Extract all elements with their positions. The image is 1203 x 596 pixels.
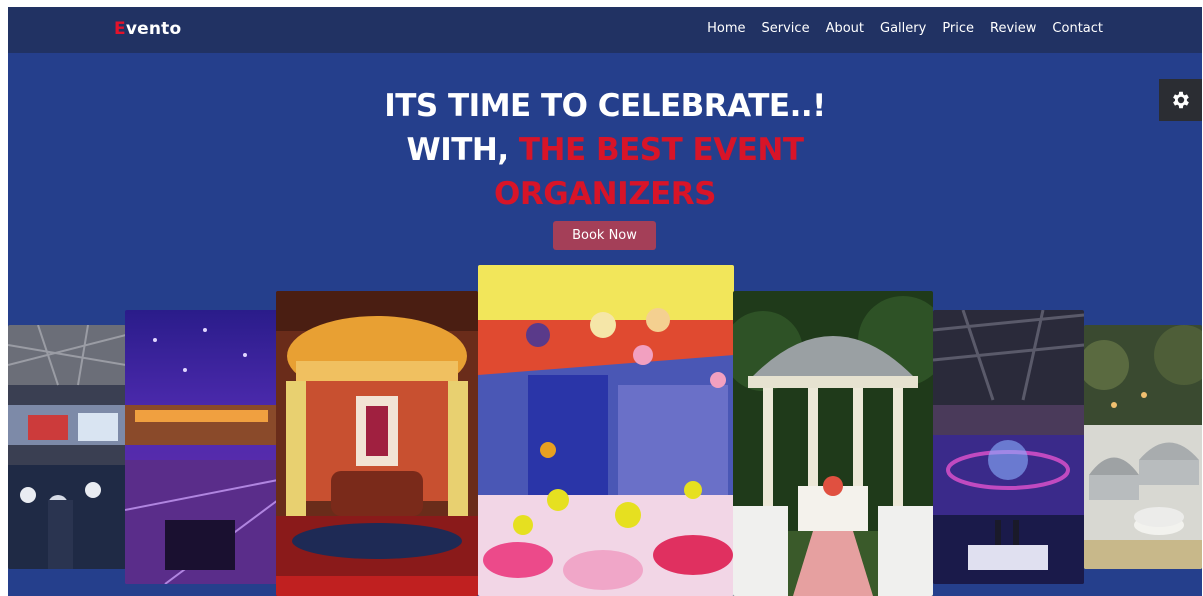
nav-gallery[interactable]: Gallery: [880, 21, 926, 36]
hero-headline: ITS TIME TO CELEBRATE..! WITH, THE BEST …: [8, 84, 1202, 216]
gallery-slide-purple-banquet[interactable]: [125, 310, 278, 584]
concert-stage-photo: [933, 310, 1084, 584]
gallery-slide-balloon-party[interactable]: [478, 265, 734, 596]
logo-initial: E: [114, 19, 126, 39]
gallery-slide-wedding-stage[interactable]: [276, 291, 478, 596]
gallery-slide-buffet-catering[interactable]: [1084, 325, 1202, 569]
main-nav: Home Service About Gallery Price Review …: [707, 21, 1103, 36]
nav-service[interactable]: Service: [762, 21, 810, 36]
gallery-slide-conference-hall[interactable]: [8, 325, 126, 569]
logo[interactable]: Evento: [114, 19, 181, 39]
wedding-stage-photo: [276, 291, 478, 596]
buffet-catering-photo: [1084, 325, 1202, 569]
balloon-party-photo: [478, 265, 734, 596]
navbar: Evento Home Service About Gallery Price …: [8, 7, 1202, 53]
nav-about[interactable]: About: [826, 21, 864, 36]
nav-review[interactable]: Review: [990, 21, 1036, 36]
nav-home[interactable]: Home: [707, 21, 745, 36]
purple-lit-banquet-photo: [125, 310, 278, 584]
garden-gazebo-photo: [733, 291, 933, 596]
nav-price[interactable]: Price: [942, 21, 974, 36]
headline-line-1: ITS TIME TO CELEBRATE..!: [384, 88, 826, 124]
book-now-button[interactable]: Book Now: [553, 221, 656, 250]
page-frame: Evento Home Service About Gallery Price …: [8, 7, 1202, 596]
gallery-slide-concert-stage[interactable]: [933, 310, 1084, 584]
headline-line-2-red: THE BEST EVENT: [518, 132, 804, 168]
headline-line-3-red: ORGANIZERS: [494, 176, 717, 212]
nav-contact[interactable]: Contact: [1052, 21, 1103, 36]
headline-line-2-white: WITH,: [406, 132, 510, 168]
conference-hall-photo: [8, 325, 126, 569]
gallery-slide-garden-gazebo[interactable]: [733, 291, 933, 596]
logo-text: vento: [125, 19, 182, 39]
